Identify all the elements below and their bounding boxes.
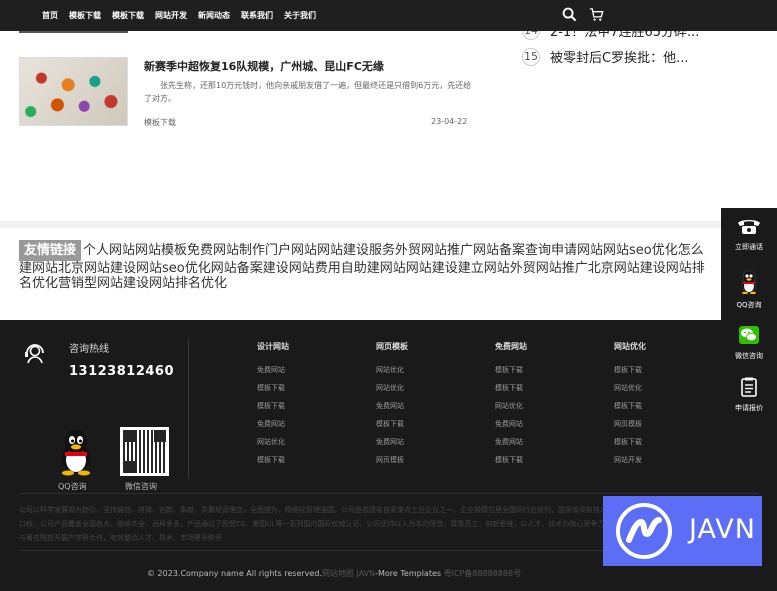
qq-penguin-icon[interactable] xyxy=(57,428,95,480)
watermark-emblem-icon xyxy=(616,503,672,559)
section-divider xyxy=(0,221,777,228)
footer-column-2: 网页模板 网站优化 网站优化 免费网站 模板下载 免费网站 网页模板 xyxy=(376,341,408,469)
article-description: 张先生称，还那10万元钱时，他向亲戚朋友借了一遍，但最终还是只借到6万元，先还给… xyxy=(144,81,472,103)
footer-column-1: 设计网站 免费网站 模板下载 模板下载 免费网站 网站优化 模板下载 xyxy=(257,341,289,469)
footer-link[interactable]: 模板下载 xyxy=(495,451,527,469)
footer-column-4: 网站优化 模板下载 网站优化 模板下载 网页模板 模板下载 网站开发 xyxy=(614,341,646,469)
qq-consult-button[interactable]: QQ咨询 xyxy=(721,270,777,310)
footer-link[interactable]: 模板下载 xyxy=(614,433,646,451)
footer-link[interactable]: 网站优化 xyxy=(257,433,289,451)
article-thumbnail[interactable] xyxy=(19,57,128,126)
call-now-button[interactable]: 立即通话 xyxy=(721,216,777,252)
footer-link[interactable]: 模板下载 xyxy=(257,379,289,397)
footer-column-title: 网页模板 xyxy=(376,342,408,351)
friend-links-list[interactable]: 个人网站网站模板免费网站制作门户网站网站建设服务外贸网站推广网站备案查询申请网站… xyxy=(19,243,705,291)
sitemap-link[interactable]: 网站地图 xyxy=(322,569,354,578)
wechat-consult-label: 微信咨询 xyxy=(125,482,157,491)
footer-link[interactable]: 模板下载 xyxy=(495,379,527,397)
article-title[interactable]: 新赛季中超恢复16队规模，广州城、昆山FC无缘 xyxy=(144,58,384,74)
nav-item-about[interactable]: 关于我们 xyxy=(284,10,316,21)
wechat-icon xyxy=(739,326,759,344)
footer-link[interactable]: 网站开发 xyxy=(614,451,646,469)
watermark-text: JAVN xyxy=(689,514,756,545)
notepad-icon xyxy=(741,377,757,397)
footer-link[interactable]: 网页模板 xyxy=(376,451,408,469)
request-quote-button[interactable]: 申请报价 xyxy=(721,377,777,413)
nav-icons xyxy=(562,7,616,26)
wechat-consult-button[interactable]: 微信咨询 xyxy=(721,325,777,361)
sidebar-item-label: 申请报价 xyxy=(735,404,763,412)
footer-link[interactable]: 模板下载 xyxy=(376,415,408,433)
ranking-title[interactable]: 被零封后C罗挨批：他... xyxy=(550,47,688,66)
brand-link[interactable]: JAVN xyxy=(356,569,375,578)
footer-column-title: 免费网站 xyxy=(495,342,527,351)
watermark-logo: JAVN xyxy=(603,496,762,566)
friend-links-title: 友情链接 xyxy=(19,240,82,261)
article-category[interactable]: 模板下载 xyxy=(144,117,176,128)
footer-divider xyxy=(188,339,189,479)
hotline-number[interactable]: 13123812460 xyxy=(69,364,174,379)
qq-consult-label: QQ咨询 xyxy=(58,482,87,491)
previous-article-thumbnail[interactable] xyxy=(19,31,128,33)
search-icon[interactable] xyxy=(562,7,577,26)
copyright-line: © 2023.Company name All rights reserved.… xyxy=(147,568,521,579)
top-nav-bar: 首页 模板下载 模板下载 网站开发 新闻动态 联系我们 关于我们 xyxy=(0,0,777,31)
wechat-qr-code xyxy=(120,427,169,476)
nav-item-template-download-2[interactable]: 模板下载 xyxy=(112,10,144,21)
nav-item-contact[interactable]: 联系我们 xyxy=(241,10,273,21)
footer-column-3: 免费网站 模板下载 模板下载 网站优化 免费网站 免费网站 模板下载 xyxy=(495,341,527,469)
nav-item-home[interactable]: 首页 xyxy=(42,10,58,21)
nav-item-web-dev[interactable]: 网站开发 xyxy=(155,10,187,21)
footer-link[interactable]: 网站优化 xyxy=(495,397,527,415)
footer-link[interactable]: 模板下载 xyxy=(614,361,646,379)
article-date: 23-04-22 xyxy=(431,117,468,126)
ranking-number: 15 xyxy=(522,47,540,66)
footer-column-title: 网站优化 xyxy=(614,342,646,351)
footer-link[interactable]: 模板下载 xyxy=(257,451,289,469)
friend-links: 友情链接 个人网站网站模板免费网站制作门户网站网站建设服务外贸网站推广网站备案查询… xyxy=(19,240,705,291)
footer-link[interactable]: 网站优化 xyxy=(376,361,408,379)
more-templates-link[interactable]: -More Templates xyxy=(375,569,441,578)
sidebar-item-label: 立即通话 xyxy=(735,243,763,251)
footer-link[interactable]: 免费网站 xyxy=(257,361,289,379)
footer-column-title: 设计网站 xyxy=(257,342,289,351)
floating-contact-bar: 立即通话 QQ咨询 微信咨询 申请报价 xyxy=(721,208,777,426)
footer-link[interactable]: 模板下载 xyxy=(495,361,527,379)
headset-icon xyxy=(22,339,48,369)
footer-link[interactable]: 模板下载 xyxy=(614,397,646,415)
footer-link[interactable]: 网站优化 xyxy=(614,379,646,397)
ranking-item[interactable]: 15 被零封后C罗挨批：他... xyxy=(522,47,688,66)
footer-link[interactable]: 模板下载 xyxy=(257,397,289,415)
nav-item-news[interactable]: 新闻动态 xyxy=(198,10,230,21)
telephone-icon xyxy=(738,220,760,234)
cart-icon[interactable] xyxy=(589,7,604,26)
footer-link[interactable]: 免费网站 xyxy=(376,433,408,451)
footer-link[interactable]: 免费网站 xyxy=(376,397,408,415)
hotline-label: 咨询热线 xyxy=(69,344,109,355)
footer-link[interactable]: 免费网站 xyxy=(257,415,289,433)
nav-item-template-download[interactable]: 模板下载 xyxy=(69,10,101,21)
sidebar-item-label: 微信咨询 xyxy=(735,352,763,360)
footer-link[interactable]: 网站优化 xyxy=(376,379,408,397)
copyright-text: © 2023.Company name All rights reserved. xyxy=(147,569,322,578)
footer-link[interactable]: 网页模板 xyxy=(614,415,646,433)
footer-divider xyxy=(19,493,759,494)
qq-icon xyxy=(741,270,757,295)
main-menu: 首页 模板下载 模板下载 网站开发 新闻动态 联系我们 关于我们 xyxy=(42,0,327,31)
icp-link[interactable]: 粤ICP备88888888号 xyxy=(444,569,522,578)
sidebar-item-label: QQ咨询 xyxy=(736,301,762,309)
footer-link[interactable]: 免费网站 xyxy=(495,415,527,433)
footer-link[interactable]: 免费网站 xyxy=(495,433,527,451)
